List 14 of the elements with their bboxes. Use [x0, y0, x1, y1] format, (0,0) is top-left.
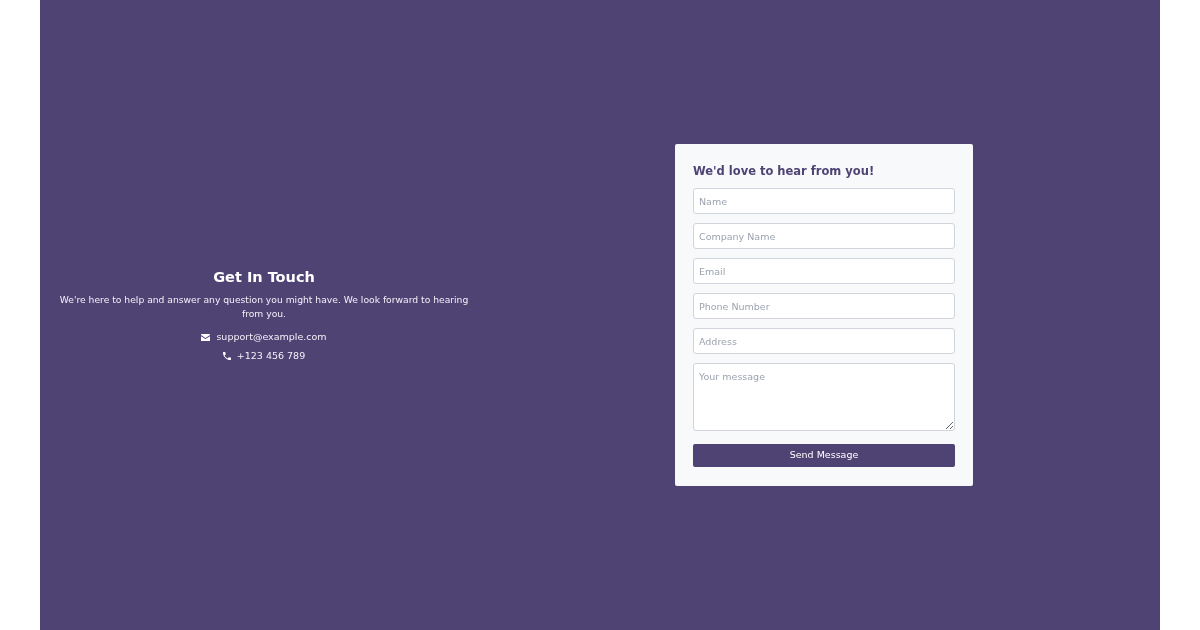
envelope-icon — [201, 333, 211, 341]
input-field[interactable]: Name — [693, 188, 955, 214]
phone-number: +123 456 789 — [236, 350, 306, 362]
input-field[interactable]: Address — [693, 328, 955, 354]
send-message-button[interactable]: Send Message — [693, 444, 955, 467]
form-title: We'd love to hear from you! — [693, 163, 876, 179]
email-address: support@example.com — [216, 331, 327, 343]
input-field[interactable]: Phone Number — [693, 293, 955, 319]
message-field[interactable]: Your message — [693, 363, 955, 431]
description-text: We're here to help and answer any question you might have. We look forward to hearing from you. — [58, 293, 470, 321]
phone-icon — [222, 352, 231, 360]
section-title: Get In Touch — [213, 268, 315, 286]
input-field[interactable]: Email — [693, 258, 955, 284]
input-field[interactable]: Company Name — [693, 223, 955, 249]
